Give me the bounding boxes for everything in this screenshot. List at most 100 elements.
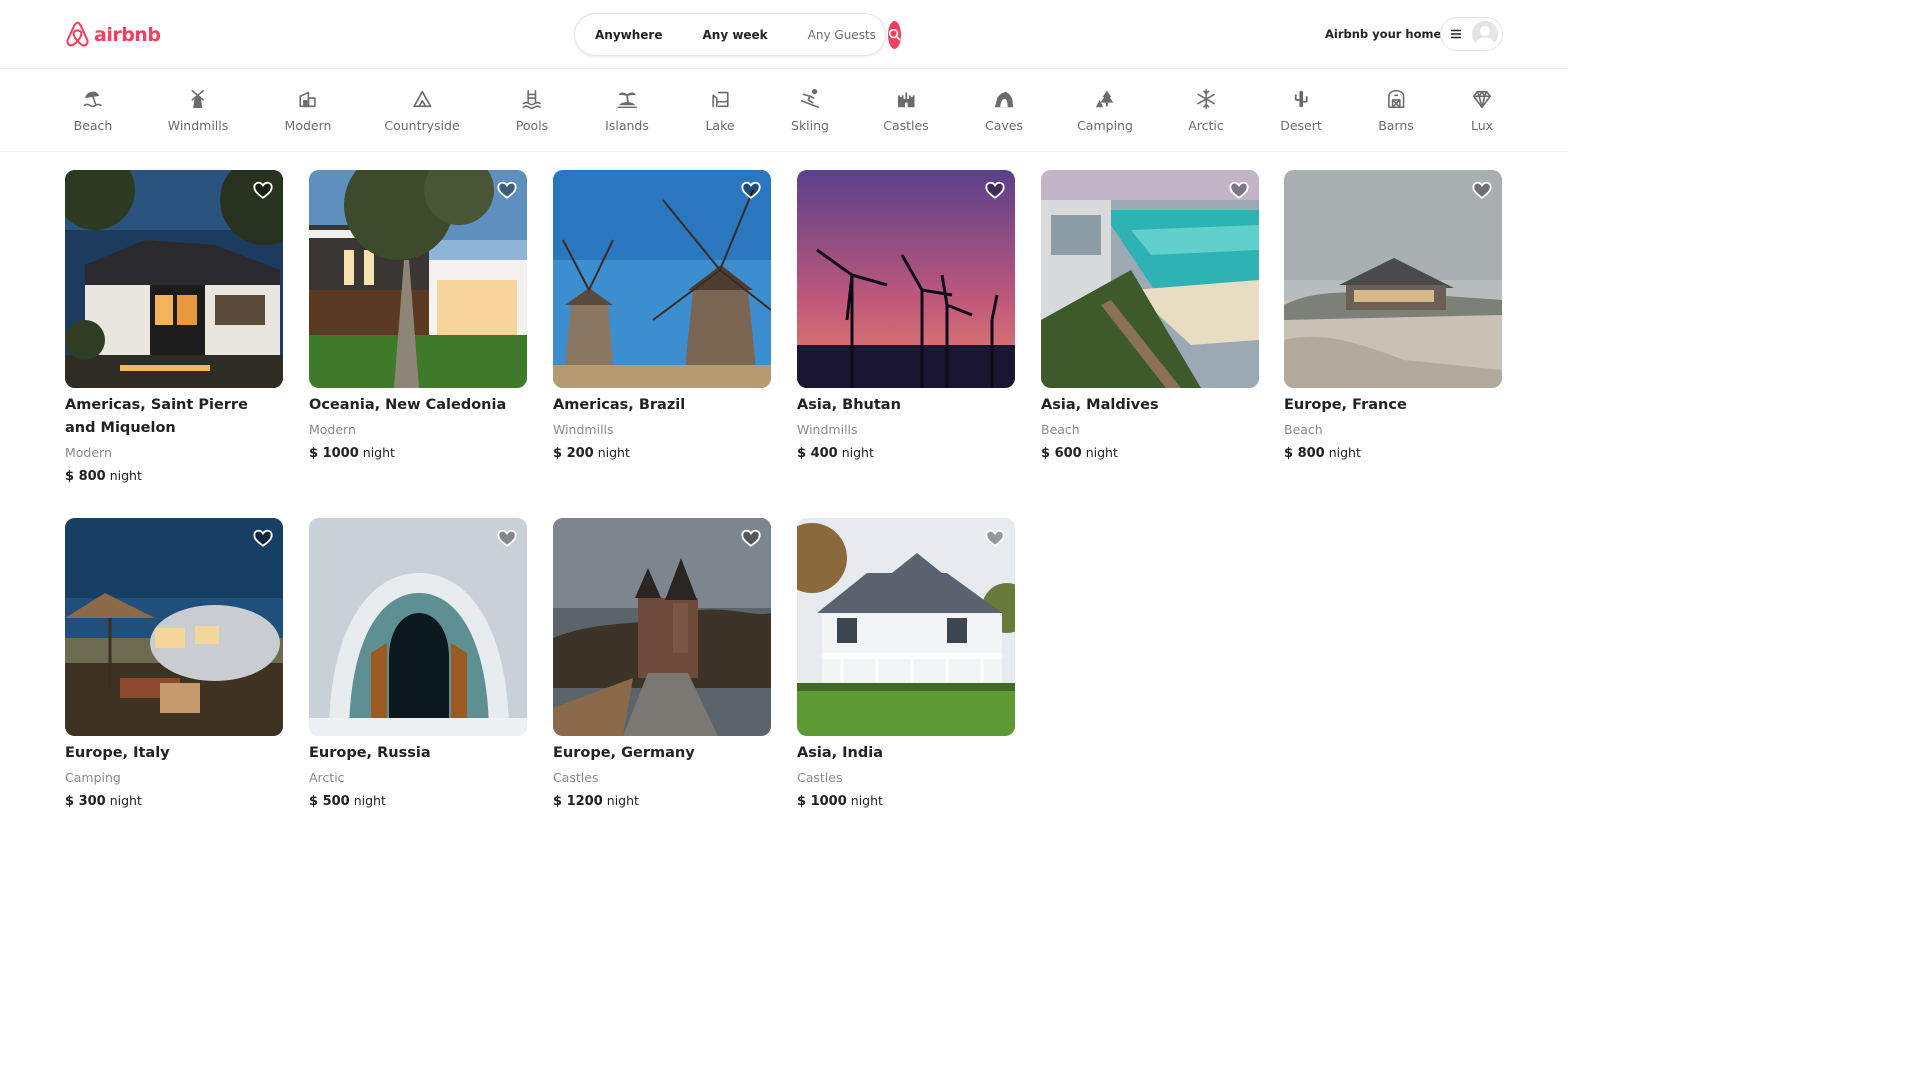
favorite-heart-icon[interactable] [496,179,518,201]
favorite-heart-icon[interactable] [496,527,518,549]
listing-card[interactable]: Americas, Saint Pierre and Miquelon Mode… [65,170,283,486]
listing-image [553,170,771,388]
price-unit: night [109,793,142,808]
price-unit: night [362,445,395,460]
listing-card[interactable]: Oceania, New Caledonia Modern $ 1000 nigh… [309,170,527,463]
search-button[interactable] [887,20,901,49]
category-camping[interactable]: Camping [1077,88,1133,142]
search-where[interactable]: Anywhere [575,28,682,42]
price-unit: night [1328,445,1361,460]
beach-icon [83,91,103,108]
listing-photo[interactable] [1284,170,1502,388]
listing-card[interactable]: Asia, Bhutan Windmills $ 400 night [797,170,1015,463]
logo-text: airbnb [94,23,161,46]
top-navbar: airbnb Anywhere Any week Any Guests Airb… [0,0,1568,69]
listing-card[interactable]: Europe, Germany Castles $ 1200 night [553,518,771,811]
category-desert[interactable]: Desert [1280,88,1322,142]
listing-photo[interactable] [553,518,771,736]
listing-price: $ 1000 [797,794,847,809]
mountain-icon [412,90,432,108]
listing-image [797,518,1015,736]
listing-image [65,518,283,736]
listing-photo[interactable] [65,170,283,388]
favorite-heart-icon[interactable] [740,527,762,549]
category-label: Caves [985,118,1023,133]
castle-icon [897,92,915,108]
category-barns[interactable]: Barns [1378,88,1414,142]
favorite-heart-icon[interactable] [252,179,274,201]
listing-location: Europe, France [1284,397,1407,413]
category-skiing[interactable]: Skiing [791,88,829,142]
search-bar[interactable]: Anywhere Any week Any Guests [574,13,901,56]
cactus-icon [1294,90,1308,108]
listing-category: Windmills [797,422,858,437]
listing-photo[interactable] [553,170,771,388]
price-unit: night [597,445,630,460]
listing-location: Oceania, New Caledonia [309,397,507,413]
hamburger-menu-icon [1451,29,1461,39]
listing-card[interactable]: Asia, India Castles $ 1000 night [797,518,1015,811]
listing-price: $ 500 [309,794,350,809]
listing-card[interactable]: Europe, Italy Camping $ 300 night [65,518,283,811]
category-label: Pools [515,118,549,133]
island-icon [617,92,637,108]
category-label: Castles [883,118,929,133]
snowflake-icon [1197,89,1215,109]
listing-image [1041,170,1259,388]
listing-card[interactable]: Asia, Maldives Beach $ 600 night [1041,170,1259,463]
category-pools[interactable]: Pools [516,88,548,142]
price-unit: night [109,468,142,483]
listing-card[interactable]: Europe, Russia Arctic $ 500 night [309,518,527,811]
favorite-heart-icon[interactable] [1228,179,1250,201]
favorite-heart-icon[interactable] [252,527,274,549]
price-unit: night [841,445,874,460]
category-caves[interactable]: Caves [985,88,1023,142]
listing-image [1284,170,1502,388]
favorite-heart-icon[interactable] [740,179,762,201]
listing-location: Americas, Saint Pierre and Miquelon [65,397,248,436]
listing-image [309,170,527,388]
listing-price: $ 800 [1284,446,1325,461]
category-label: Modern [284,118,332,133]
category-lake[interactable]: Lake [705,88,735,142]
listing-category: Arctic [309,770,345,785]
listing-location: Europe, Germany [553,745,695,761]
user-menu-button[interactable] [1440,17,1503,51]
category-label: Camping [1077,118,1133,133]
listing-price: $ 300 [65,794,106,809]
listing-category: Windmills [553,422,614,437]
favorite-heart-icon[interactable] [984,527,1006,549]
airbnb-logo[interactable]: airbnb [65,21,161,48]
category-modern[interactable]: Modern [284,88,332,142]
listing-location: Europe, Russia [309,745,431,761]
listing-photo[interactable] [797,170,1015,388]
category-castles[interactable]: Castles [883,88,929,142]
listing-card[interactable]: Americas, Brazil Windmills $ 200 night [553,170,771,463]
listing-photo[interactable] [65,518,283,736]
listing-photo[interactable] [309,518,527,736]
category-islands[interactable]: Islands [605,88,649,142]
listing-category: Modern [309,422,356,437]
listing-price: $ 1000 [309,446,359,461]
category-windmills[interactable]: Windmills [168,88,228,142]
favorite-heart-icon[interactable] [984,179,1006,201]
listing-image [797,170,1015,388]
category-arctic[interactable]: Arctic [1188,88,1224,142]
category-countryside[interactable]: Countryside [384,88,460,142]
search-when[interactable]: Any week [682,28,787,42]
category-lux[interactable]: Lux [1471,88,1493,142]
search-guests[interactable]: Any Guests [788,28,888,42]
category-label: Beach [73,118,113,133]
listing-location: Asia, Maldives [1041,397,1159,413]
category-label: Lux [1470,118,1494,133]
listing-photo[interactable] [797,518,1015,736]
favorite-heart-icon[interactable] [1471,179,1493,201]
windmill-icon [191,90,205,108]
airbnb-your-home-link[interactable]: Airbnb your home [1312,21,1454,47]
avatar [1472,21,1498,47]
search-icon [888,28,901,41]
listing-photo[interactable] [1041,170,1259,388]
listing-card[interactable]: Europe, France Beach $ 800 night [1284,170,1502,463]
listing-photo[interactable] [309,170,527,388]
category-beach[interactable]: Beach [73,88,113,142]
